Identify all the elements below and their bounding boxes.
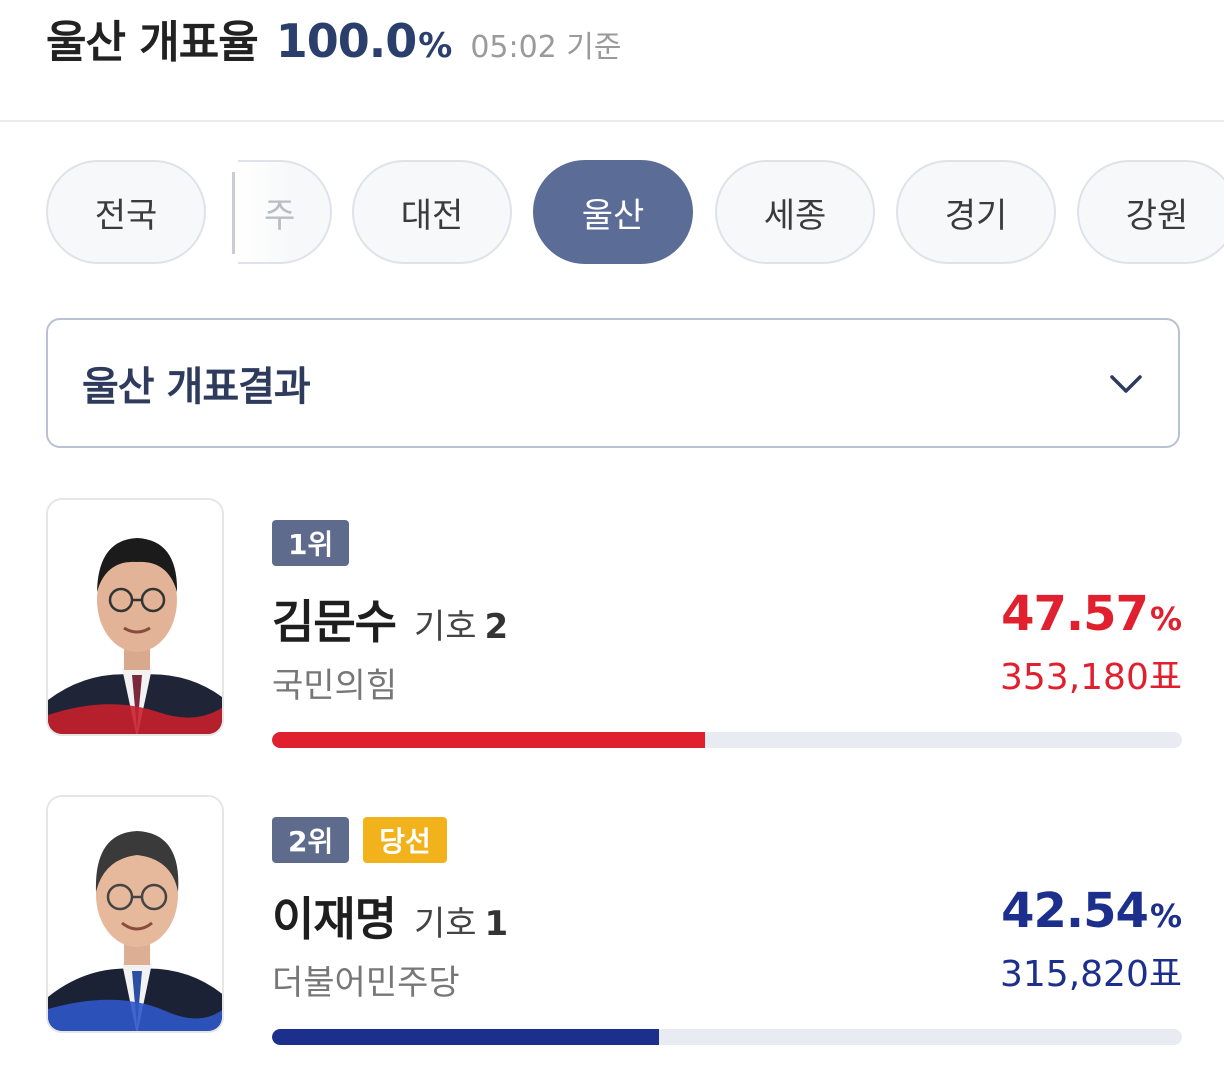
number-label: 기호 — [413, 607, 477, 647]
percent-unit: % — [1149, 897, 1182, 935]
vote-percent: 47.57 % — [1001, 586, 1182, 642]
vote-count: 353,180표 — [1000, 657, 1182, 698]
candidate-name-row: 김문수 기호 2 — [272, 586, 508, 652]
count-rate-unit: % — [418, 26, 453, 66]
chevron-down-icon — [1110, 375, 1142, 393]
header-divider — [0, 120, 1224, 122]
candidate-card[interactable]: 2위 당선 이재명 기호 1 더불어민주당 42.54 % 315,820표 — [0, 795, 1224, 1055]
tab-label: 경기 — [944, 195, 1008, 236]
vote-share-fill — [272, 732, 705, 748]
badge-row: 1위 — [272, 520, 350, 566]
vote-percent: 42.54 % — [1001, 883, 1182, 939]
badge-row: 2위 당선 — [272, 817, 447, 863]
portrait-image — [48, 797, 222, 1031]
party-name: 더불어민주당 — [272, 963, 460, 1003]
tab-jeonguk[interactable]: 전국 — [46, 160, 206, 264]
result-dropdown[interactable]: 울산 개표결과 — [46, 318, 1180, 448]
tab-separator — [232, 172, 235, 254]
candidate-number: 1 — [484, 904, 509, 944]
tab-gyeonggi[interactable]: 경기 — [896, 160, 1056, 264]
tab-label: 세종 — [763, 195, 827, 236]
region-tabs: 전국 주 대전 울산 세종 경기 강원 — [0, 158, 1224, 270]
candidate-name-row: 이재명 기호 1 — [272, 883, 508, 949]
candidate-photo — [46, 498, 224, 736]
tab-label: 주 — [264, 195, 296, 236]
rank-badge: 2위 — [272, 817, 350, 863]
update-timestamp: 05:02 기준 — [470, 30, 622, 65]
percent-value: 47.57 — [1001, 586, 1149, 642]
tab-label: 대전 — [400, 195, 464, 236]
candidate-number: 2 — [484, 607, 509, 647]
vote-share-bar — [272, 732, 1182, 748]
tab-partial[interactable]: 주 — [238, 160, 332, 264]
tab-label: 전국 — [94, 195, 158, 236]
candidate-card[interactable]: 1위 김문수 기호 2 국민의힘 47.57 % 353,180표 — [0, 498, 1224, 758]
number-label: 기호 — [413, 904, 477, 944]
tab-ulsan[interactable]: 울산 — [533, 160, 693, 264]
candidate-photo — [46, 795, 224, 1033]
page-header: 울산 개표율 100.0 % 05:02 기준 — [46, 6, 622, 86]
tab-label: 강원 — [1125, 195, 1189, 236]
page-title: 울산 개표율 — [46, 17, 259, 68]
percent-unit: % — [1149, 600, 1182, 638]
tab-label: 울산 — [581, 195, 645, 236]
portrait-image — [48, 500, 222, 734]
percent-value: 42.54 — [1001, 883, 1149, 939]
tab-gangwon[interactable]: 강원 — [1077, 160, 1224, 264]
candidate-name: 이재명 — [272, 892, 397, 946]
tab-sejong[interactable]: 세종 — [715, 160, 875, 264]
dropdown-label: 울산 개표결과 — [82, 364, 311, 410]
tab-daejeon[interactable]: 대전 — [352, 160, 512, 264]
vote-share-fill — [272, 1029, 660, 1045]
vote-count: 315,820표 — [1000, 954, 1182, 995]
vote-share-bar — [272, 1029, 1182, 1045]
winner-badge: 당선 — [363, 817, 447, 863]
party-name: 국민의힘 — [272, 666, 398, 706]
rank-badge: 1위 — [272, 520, 350, 566]
count-rate-value: 100.0 — [275, 14, 418, 68]
candidate-name: 김문수 — [272, 595, 397, 649]
